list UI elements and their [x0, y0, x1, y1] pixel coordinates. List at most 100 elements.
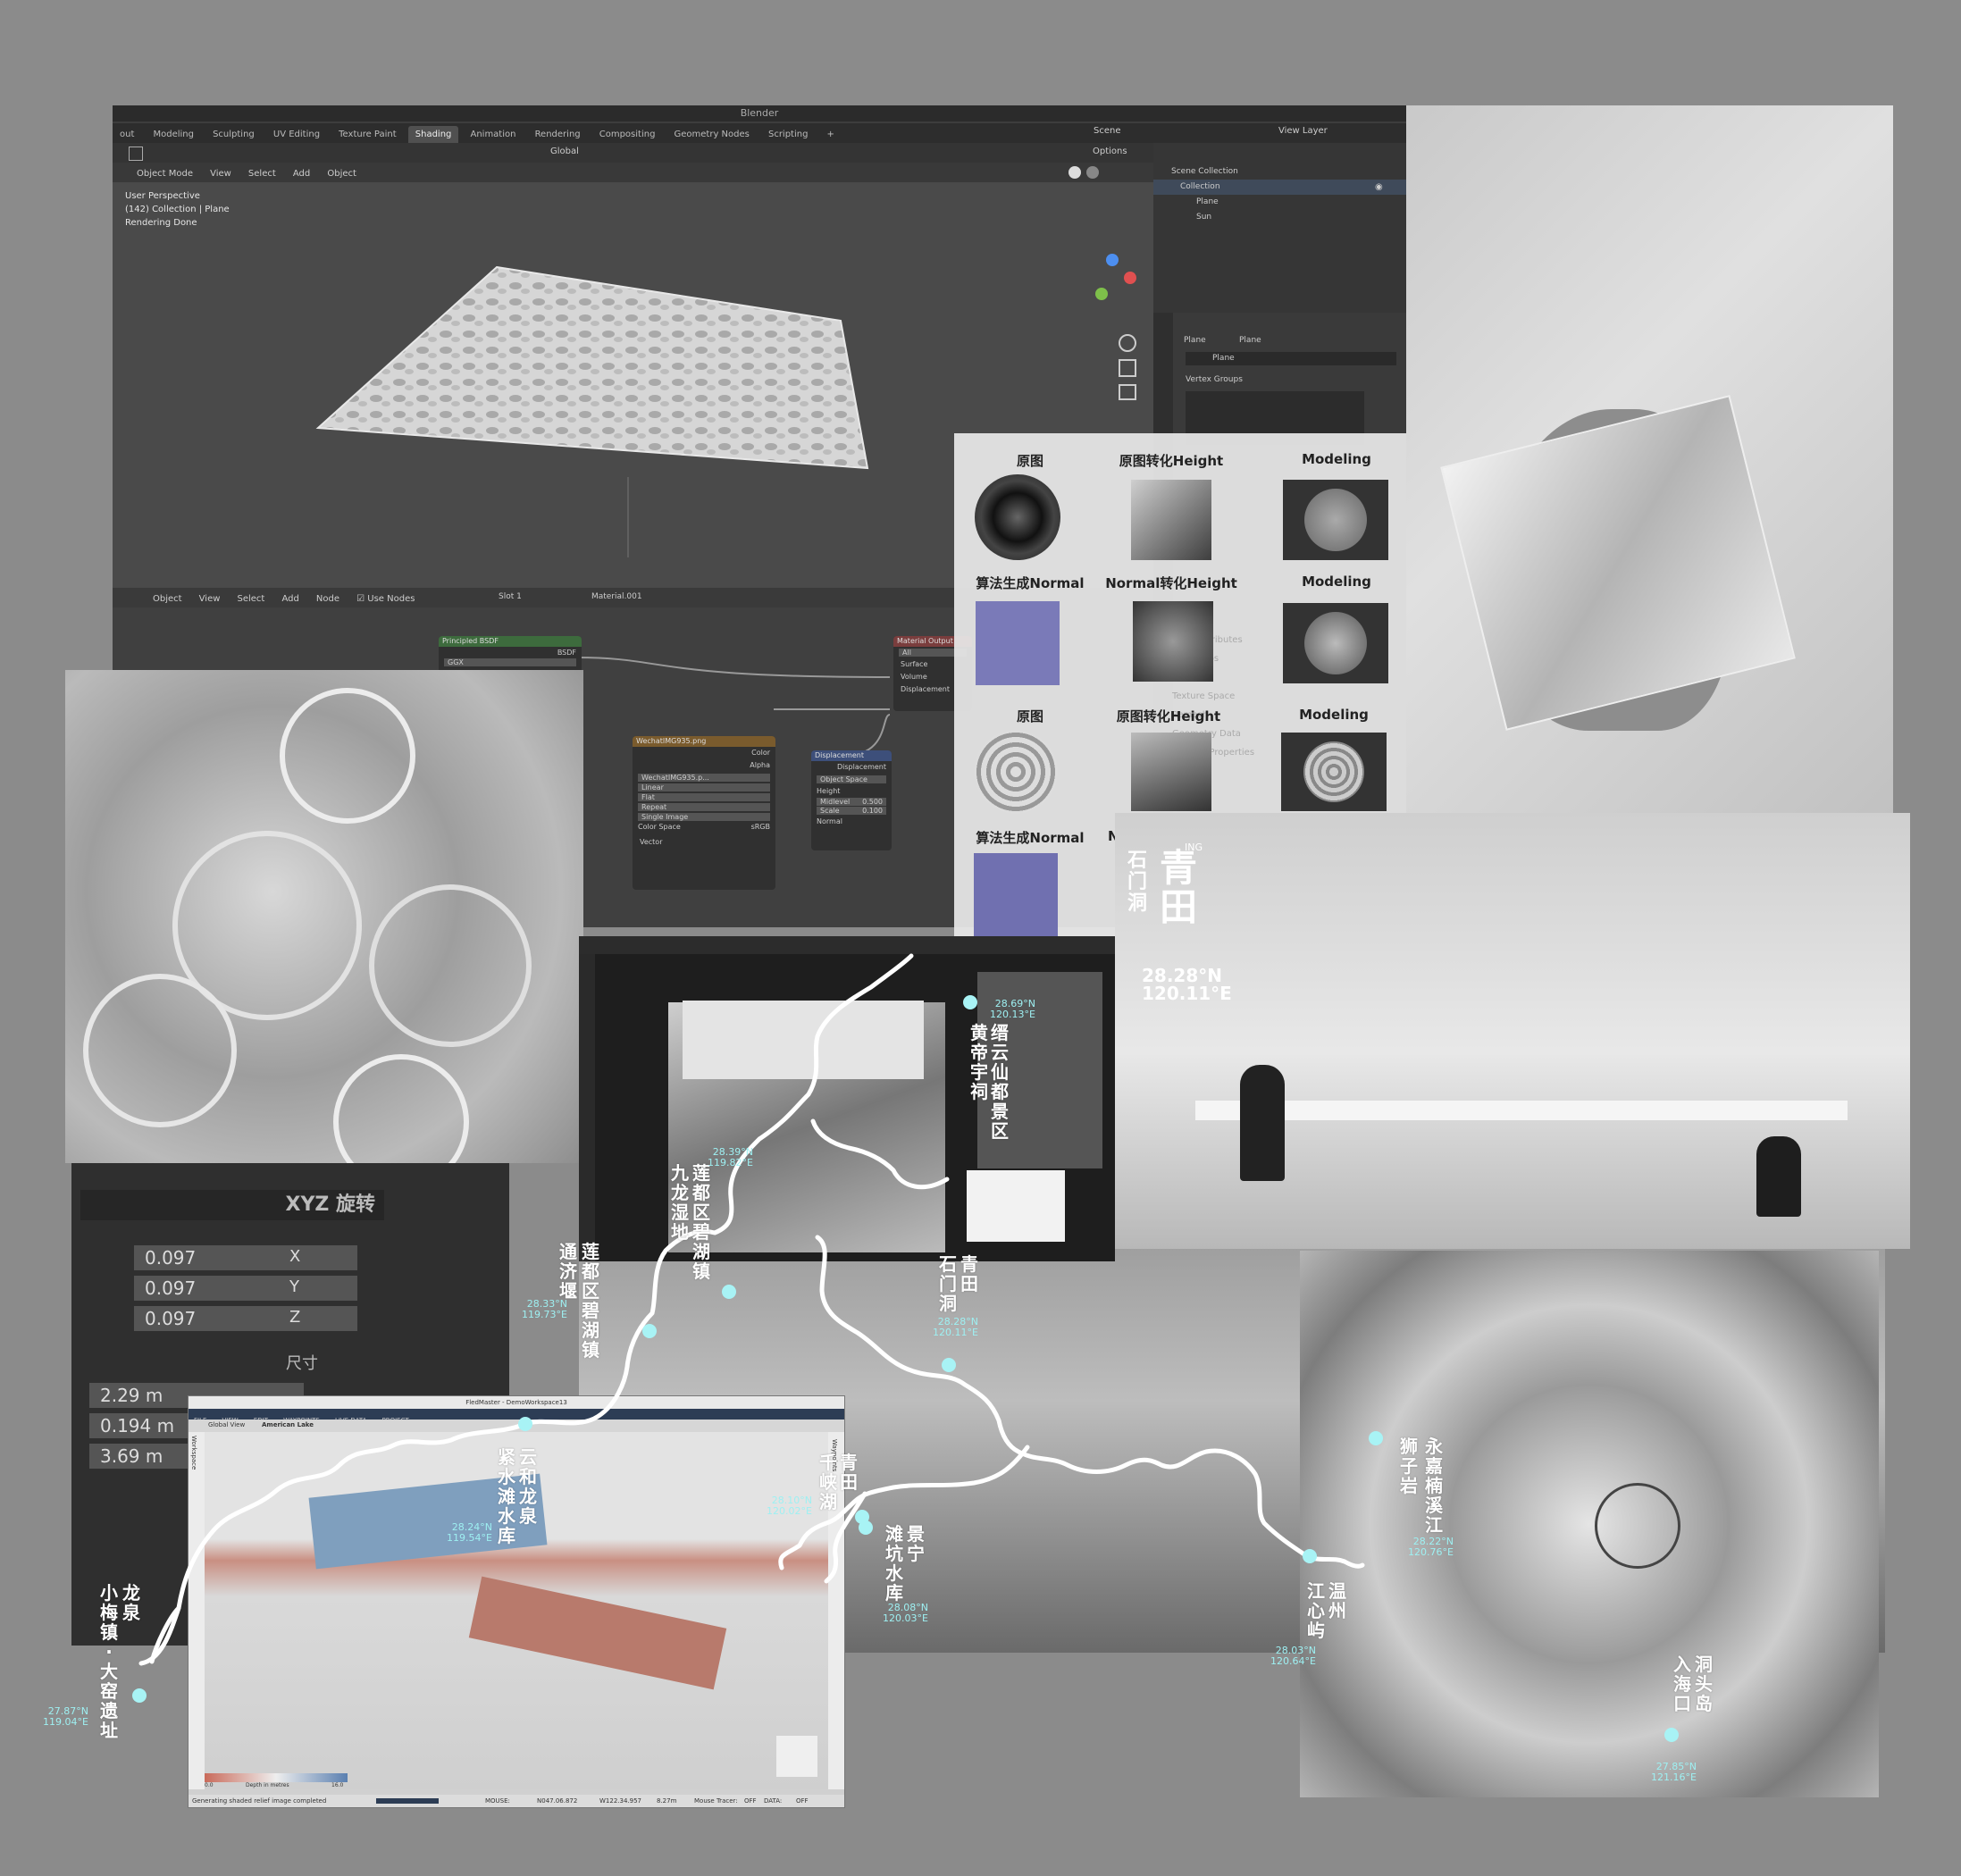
node-menu-add[interactable]: Add — [275, 590, 305, 609]
menu-add[interactable]: Add — [287, 164, 316, 184]
socket-normal: Normal — [817, 817, 842, 825]
node-menu-node[interactable]: Node — [310, 590, 346, 609]
bubble-texture-photo — [65, 670, 583, 1163]
label-tankeng-line2: 滩坑水库 — [885, 1523, 903, 1604]
socket-height: Height — [817, 787, 841, 795]
eye-icon[interactable]: ◉ — [1375, 182, 1383, 192]
compass-icon[interactable] — [776, 1736, 817, 1777]
tab-american-lake[interactable]: American Lake — [262, 1421, 314, 1428]
normal-map-image — [976, 601, 1060, 685]
data-toggle[interactable]: OFF — [796, 1795, 809, 1807]
node-menu-view[interactable]: View — [193, 590, 227, 609]
use-nodes-checkbox[interactable]: ☑ Use Nodes — [350, 590, 421, 609]
orientation-dropdown[interactable]: Global — [550, 147, 579, 156]
tab-geometry-nodes[interactable]: Geometry Nodes — [667, 126, 757, 144]
fm-3d-view[interactable] — [205, 1432, 828, 1789]
marker-jiulong[interactable] — [722, 1285, 736, 1299]
label-original-height: 原图转化Height — [1119, 453, 1224, 469]
object-dropdown[interactable]: Object — [147, 590, 189, 609]
tab-rendering[interactable]: Rendering — [528, 126, 588, 144]
label-dongtou-line2: 入海口 — [1673, 1654, 1691, 1714]
value-field-y[interactable]: 0.097 — [134, 1276, 357, 1301]
ghost-row: Texture Space — [1172, 691, 1236, 701]
rendered-shading-icon[interactable] — [1086, 166, 1099, 179]
mode-dropdown[interactable]: Object Mode — [130, 164, 199, 184]
material-field[interactable]: Material.001 — [591, 592, 642, 601]
midlevel-field[interactable]: Midlevel 0.500 — [817, 798, 886, 806]
marker-shimen[interactable] — [942, 1358, 956, 1372]
pan-hand-icon[interactable] — [1119, 359, 1136, 377]
solid-shading-icon[interactable] — [1068, 166, 1081, 179]
marker-huangdi[interactable] — [963, 995, 977, 1009]
workspace-tabs: out Modeling Sculpting UV Editing Textur… — [113, 123, 1406, 144]
gizmo-x-icon[interactable] — [1124, 272, 1136, 284]
outliner-collection[interactable]: Collection — [1153, 180, 1406, 195]
marker-xiaomei[interactable] — [132, 1688, 147, 1703]
label-original-3: 原图 — [1016, 708, 1043, 724]
color-space-row[interactable]: Color Space sRGB — [638, 823, 770, 831]
menu-view[interactable]: View — [204, 164, 238, 184]
slot-dropdown[interactable]: Slot 1 — [499, 592, 522, 601]
marker-jinshui[interactable] — [518, 1417, 532, 1431]
value-field-z[interactable]: 0.097 — [134, 1306, 357, 1331]
camera-icon[interactable] — [1119, 384, 1136, 400]
extension-dropdown[interactable]: Repeat — [638, 803, 770, 811]
tab-global-view[interactable]: Global View — [208, 1421, 245, 1428]
add-workspace-icon[interactable]: + — [820, 126, 842, 144]
bubble — [83, 974, 237, 1127]
legend-min: 0.0 — [205, 1782, 214, 1788]
select-tool-icon[interactable] — [129, 147, 143, 161]
scene-selector[interactable]: Scene — [1094, 126, 1121, 136]
label-huangdi-line1: 缙云仙都景区 — [991, 1022, 1009, 1142]
distribution-dropdown[interactable]: GGX — [444, 658, 576, 666]
outliner-sun[interactable]: Sun — [1153, 210, 1406, 225]
label-jiulong-line1: 莲都区碧湖镇 — [692, 1162, 710, 1282]
coord-tongji: 28.33°N 119.73°E — [522, 1298, 567, 1320]
menu-select[interactable]: Select — [242, 164, 282, 184]
marker-jiangxin[interactable] — [1303, 1549, 1317, 1563]
tab-shading[interactable]: Shading — [407, 126, 459, 144]
label-algo-normal-4: 算法生成Normal — [976, 830, 1085, 846]
interpolation-dropdown[interactable]: Linear — [638, 783, 770, 791]
marker-dongtou[interactable] — [1664, 1728, 1679, 1742]
zoom-icon[interactable] — [1119, 334, 1136, 352]
tab-uv-editing[interactable]: UV Editing — [266, 126, 327, 144]
tab-out[interactable]: out — [113, 126, 141, 144]
blender-screen-capture — [579, 936, 1115, 1261]
source-dropdown[interactable]: Single Image — [638, 813, 770, 821]
tab-compositing[interactable]: Compositing — [592, 126, 663, 144]
label-jinshui-line1: 云和龙泉 — [519, 1446, 537, 1527]
marker-tankeng[interactable] — [859, 1520, 873, 1535]
value-field-x[interactable]: 0.097 — [134, 1245, 357, 1270]
mouse-tracer-toggle[interactable]: OFF — [744, 1795, 757, 1807]
marker-tongji[interactable] — [642, 1324, 657, 1338]
tab-animation[interactable]: Animation — [463, 126, 523, 144]
menu-object[interactable]: Object — [321, 164, 363, 184]
mesh-data-field[interactable]: Plane — [1186, 352, 1396, 365]
gizmo-y-icon[interactable] — [1095, 288, 1108, 300]
projection-dropdown[interactable]: Flat — [638, 793, 770, 801]
midlevel-value: 0.500 — [862, 798, 883, 806]
tab-sculpting[interactable]: Sculpting — [205, 126, 262, 144]
gizmo-z-icon[interactable] — [1106, 254, 1119, 266]
fm-left-rail: Workspace — [189, 1432, 205, 1789]
scale-field[interactable]: Scale 0.100 — [817, 807, 886, 815]
image-file-field[interactable]: WechatIMG935.p... — [638, 774, 770, 782]
marker-shizi[interactable] — [1369, 1431, 1383, 1445]
object-name: Plane — [1184, 336, 1206, 345]
node-menu-select[interactable]: Select — [231, 590, 272, 609]
view-layer-selector[interactable]: View Layer — [1278, 126, 1328, 136]
options-dropdown[interactable]: Options — [1093, 147, 1127, 156]
original-height-image-3 — [1131, 733, 1211, 811]
tab-modeling[interactable]: Modeling — [146, 126, 201, 144]
tab-scripting[interactable]: Scripting — [761, 126, 815, 144]
modeling-sphere-3 — [1303, 741, 1364, 802]
mouse-lon: W122.34.957 — [599, 1797, 642, 1805]
image-texture-node[interactable]: WechatIMG935.png Color Alpha WechatIMG93… — [633, 736, 775, 890]
space-dropdown[interactable]: Object Space — [817, 775, 886, 783]
vertex-groups-header[interactable]: Vertex Groups — [1186, 375, 1243, 384]
displacement-node[interactable]: Displacement Displacement Object Space H… — [811, 750, 892, 850]
scene-collection[interactable]: Scene Collection — [1153, 164, 1406, 180]
tab-texture-paint[interactable]: Texture Paint — [331, 126, 404, 144]
outliner-plane[interactable]: Plane — [1153, 195, 1406, 210]
